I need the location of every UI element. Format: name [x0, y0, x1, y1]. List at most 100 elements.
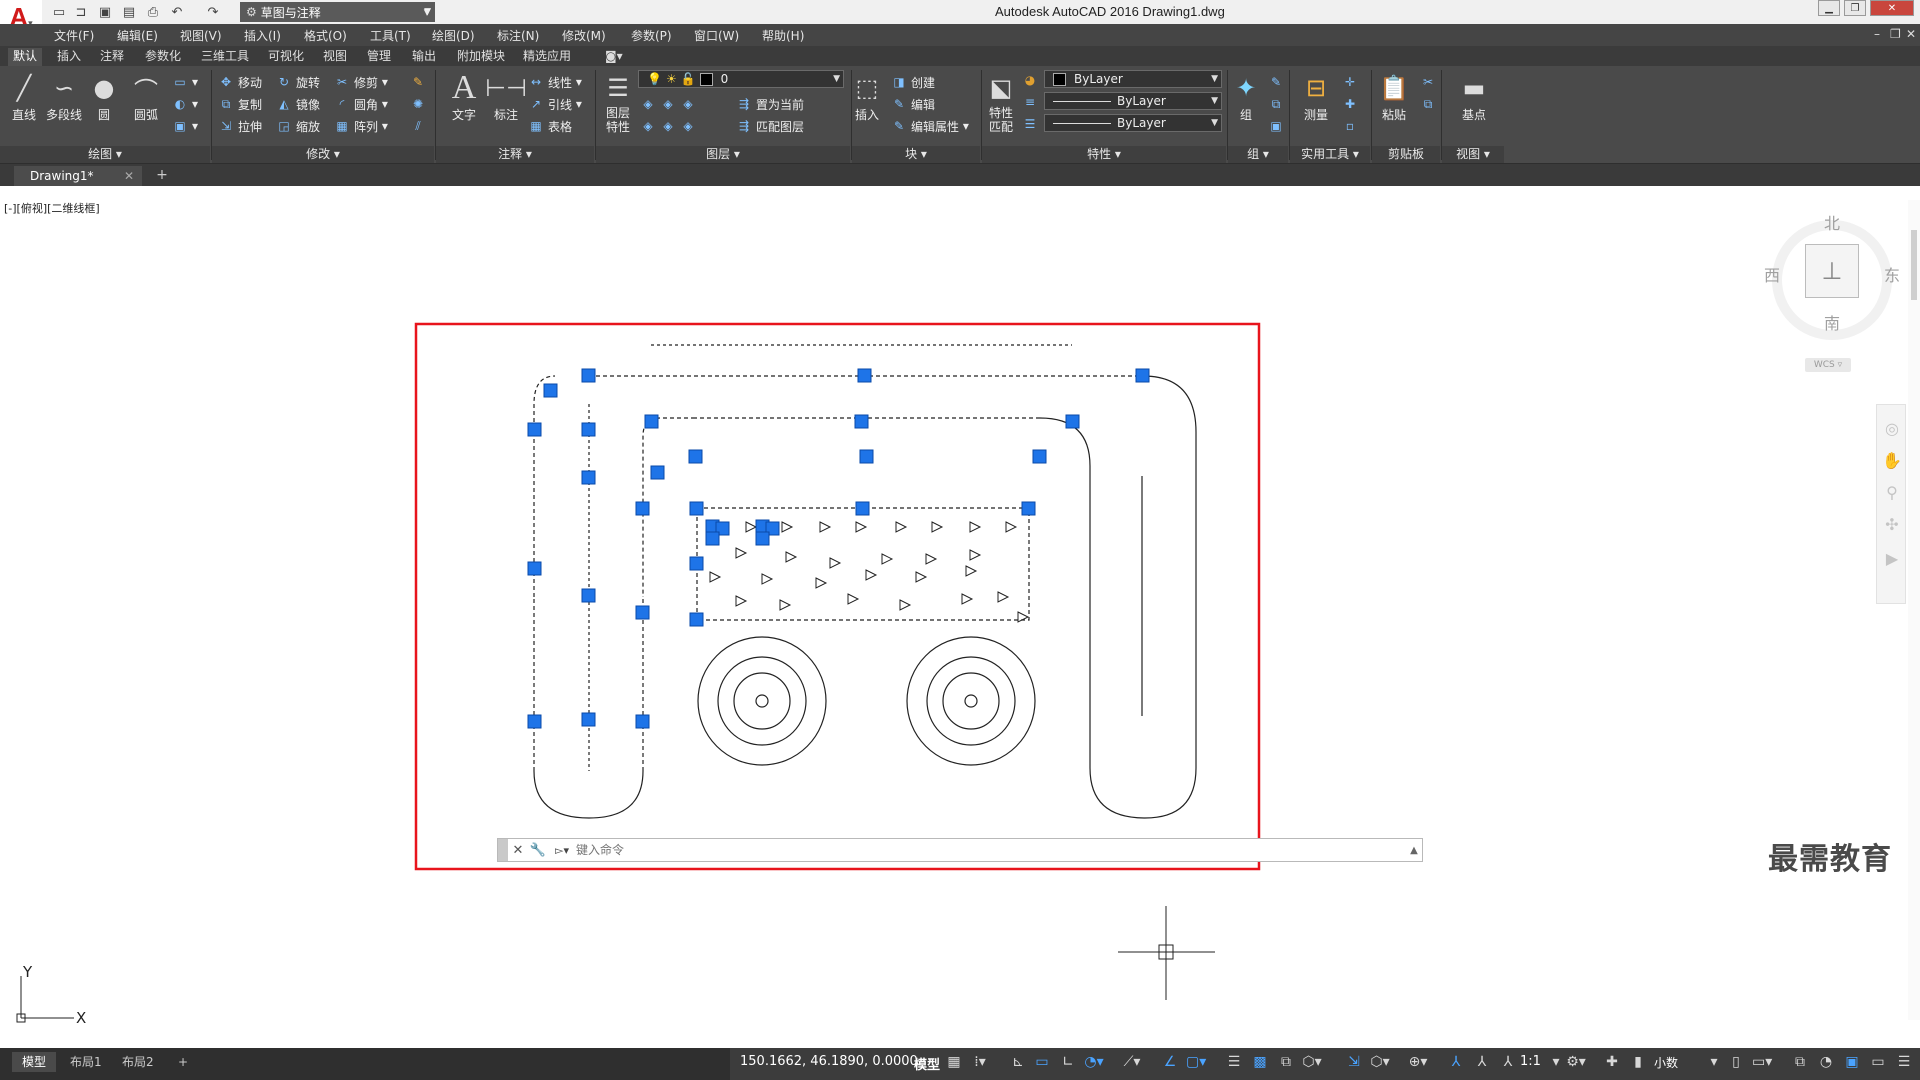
hatch-tool[interactable]: ◐ ▾	[172, 94, 198, 114]
close-icon[interactable]: ✕	[124, 166, 134, 186]
menu-insert[interactable]: 插入(I)	[244, 27, 281, 44]
tab-layout1[interactable]: 布局1	[60, 1052, 112, 1072]
3d-object-snap-icon[interactable]: ⬡▾	[1302, 1054, 1322, 1070]
track-bottom-left-arc[interactable]	[533, 770, 644, 819]
close-button[interactable]: ✕	[1870, 0, 1914, 16]
boundary-tool[interactable]: ▣ ▾	[172, 116, 198, 136]
layer-properties-button[interactable]: ☰ 图层 特性	[598, 70, 638, 134]
tab-featured-apps[interactable]: 精选应用	[518, 48, 576, 66]
auto-scale-icon[interactable]: ⅄	[1472, 1054, 1492, 1070]
selection-grips[interactable]	[527, 368, 1150, 729]
id-point-tool[interactable]: ✚	[1342, 94, 1362, 114]
units-icon[interactable]: ▮	[1628, 1054, 1648, 1070]
edit-attributes-button[interactable]: ✎ 编辑属性 ▾	[891, 116, 969, 136]
compass-west[interactable]: 西	[1764, 262, 1780, 286]
linetype-tool[interactable]: ≡	[1022, 92, 1042, 112]
tab-view[interactable]: 视图	[318, 48, 352, 66]
model-space-toggle[interactable]: 模型	[914, 1054, 940, 1073]
steering-wheel-icon[interactable]: ◎	[1877, 417, 1907, 441]
text-button[interactable]: A 文字	[444, 69, 484, 123]
restore-button[interactable]: ❐	[1844, 0, 1866, 16]
menu-parametric[interactable]: 参数(P)	[631, 27, 672, 44]
annotation-monitor-icon[interactable]: ✚	[1602, 1054, 1622, 1070]
pan-icon[interactable]: ✋	[1877, 449, 1907, 473]
doc-minimize-icon[interactable]: –	[1874, 27, 1880, 41]
mirror-button[interactable]: ◭ 镜像	[276, 94, 320, 114]
new-file-icon[interactable]: ▭	[50, 3, 68, 21]
command-input[interactable]	[576, 840, 1406, 860]
group-select-tool[interactable]: ▣	[1268, 116, 1288, 136]
transparency-icon[interactable]: ▩	[1250, 1054, 1270, 1070]
command-prompt-icon[interactable]: ▻▾	[548, 844, 576, 857]
annotation-visibility-icon[interactable]: ⅄	[1446, 1054, 1466, 1070]
workspace-dropdown[interactable]: ⚙ 草图与注释 ▼	[240, 2, 435, 22]
table-button[interactable]: ▦ 表格	[528, 116, 572, 136]
track-left-sides[interactable]	[533, 597, 644, 771]
doc-restore-icon[interactable]: ❐	[1890, 27, 1901, 41]
tab-model[interactable]: 模型	[12, 1052, 57, 1072]
color-wheel-tool[interactable]: ◕	[1022, 70, 1042, 90]
add-layout-button[interactable]: +	[168, 1052, 198, 1072]
menu-tools[interactable]: 工具(T)	[370, 27, 411, 44]
scale-dropdown-icon[interactable]: ▾	[1546, 1054, 1566, 1070]
layer-dropdown[interactable]: 💡 ☀ 🔓 0 ▼	[638, 70, 844, 88]
polar-tracking-icon[interactable]: ◔▾	[1084, 1054, 1104, 1070]
grid-icon[interactable]: ▦	[944, 1054, 964, 1070]
scale-button[interactable]: ◲ 缩放	[276, 116, 320, 136]
tab-3d-tools[interactable]: 三维工具	[196, 48, 254, 66]
track-right-loop[interactable]	[1039, 375, 1197, 819]
drawing-area[interactable]: Y X	[0, 186, 1908, 1048]
wcs-dropdown[interactable]: WCS ▿	[1805, 358, 1851, 372]
measure-button[interactable]: ⊟ 测量	[1296, 70, 1336, 123]
color-dropdown[interactable]: ByLayer ▼	[1044, 70, 1222, 88]
base-view-button[interactable]: ▬ 基点	[1454, 70, 1494, 123]
move-button[interactable]: ✥ 移动	[218, 72, 262, 92]
stretch-button[interactable]: ⇲ 拉伸	[218, 116, 262, 136]
customization-menu-icon[interactable]: ☰	[1894, 1054, 1914, 1070]
menu-dimension[interactable]: 标注(N)	[497, 27, 539, 44]
compass-north[interactable]: 北	[1824, 210, 1840, 234]
menu-help[interactable]: 帮助(H)	[762, 27, 804, 44]
graphics-performance-icon[interactable]: ◔	[1816, 1054, 1836, 1070]
track-inner-left[interactable]	[642, 417, 695, 597]
group-button[interactable]: ✦ 组	[1226, 70, 1266, 123]
undo-icon[interactable]: ↶	[168, 3, 186, 21]
set-current-button[interactable]: ⇶ 置为当前	[736, 94, 804, 114]
arc-button[interactable]: ⌒ 圆弧	[126, 70, 166, 123]
annotation-scale-icon[interactable]: ⅄	[1498, 1054, 1518, 1070]
cart-body[interactable]	[696, 507, 1030, 621]
dynamic-input-icon[interactable]: ▭	[1032, 1054, 1052, 1070]
rotate-button[interactable]: ↻ 旋转	[276, 72, 320, 92]
rectangle-tool[interactable]: ▭ ▾	[172, 72, 198, 92]
paste-button[interactable]: 📋 粘贴	[1374, 70, 1414, 123]
tab-visualize[interactable]: 可视化	[263, 48, 309, 66]
draw-panel-title[interactable]: 绘图 ▾	[0, 146, 210, 163]
coordinate-readout[interactable]: 150.1662, 46.1890, 0.0000	[740, 1054, 918, 1069]
annotation-panel-title[interactable]: 注释 ▾	[436, 146, 594, 163]
erase-tool[interactable]: ✎	[410, 72, 430, 92]
tab-output[interactable]: 输出	[407, 48, 441, 66]
menu-draw[interactable]: 绘图(D)	[432, 27, 475, 44]
groups-panel-title[interactable]: 组 ▾	[1228, 146, 1288, 163]
offset-tool[interactable]: ⫽	[410, 116, 430, 136]
viewcube-top-face[interactable]: ⊥	[1805, 244, 1859, 298]
tab-layout2[interactable]: 布局2	[112, 1052, 164, 1072]
properties-panel-title[interactable]: 特性 ▾	[982, 146, 1226, 163]
block-panel-title[interactable]: 块 ▾	[852, 146, 980, 163]
showmotion-icon[interactable]: ▶	[1877, 547, 1907, 571]
zoom-icon[interactable]: ⚲	[1877, 481, 1907, 505]
viewcube[interactable]: 北 西 东 南 ⊥ WCS ▿	[1760, 206, 1900, 372]
open-folder-icon[interactable]: ⊐	[72, 3, 90, 21]
new-tab-button[interactable]: +	[152, 168, 172, 184]
snap-icon[interactable]: ⁞▾	[970, 1054, 990, 1070]
polyline-button[interactable]: ∽ 多段线	[42, 70, 86, 123]
quick-access-more-icon[interactable]: ▾	[418, 3, 436, 21]
isolate-objects-icon[interactable]: ⧉	[1790, 1054, 1810, 1070]
compass-east[interactable]: 东	[1884, 262, 1900, 286]
linear-button[interactable]: ↔ 线性 ▾	[528, 72, 582, 92]
compass-south[interactable]: 南	[1824, 310, 1840, 334]
match-properties-button[interactable]: ⬕ 特性 匹配	[981, 70, 1021, 134]
save-icon[interactable]: ▣	[96, 3, 114, 21]
units-value[interactable]: 小数	[1654, 1054, 1678, 1071]
quick-properties-icon[interactable]: ▯	[1726, 1054, 1746, 1070]
